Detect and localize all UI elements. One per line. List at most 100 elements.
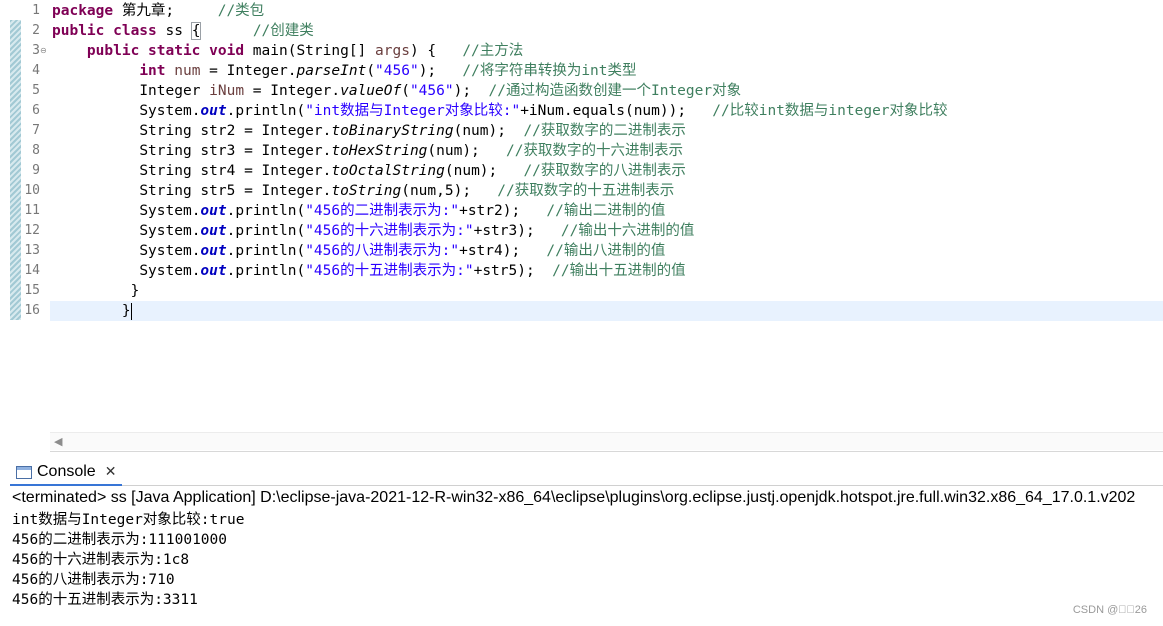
code-line-10: String str5 = Integer.toString(num,5); /…	[52, 181, 674, 201]
code-text: (num);	[444, 163, 524, 179]
keyword: public class	[52, 23, 157, 39]
line-number: 15	[24, 283, 40, 298]
static-method: valueOf	[340, 83, 402, 99]
line-number: 16	[24, 303, 40, 318]
console-tab-label: Console	[37, 463, 96, 480]
code-text: System.	[139, 223, 201, 239]
tab-console[interactable]: Console ✕	[10, 460, 123, 486]
console-output-line: 456的十六进制表示为:1c8	[12, 552, 190, 568]
comment: //比较int数据与integer对象比较	[712, 103, 948, 119]
string-literal: "456"	[409, 83, 454, 99]
string-literal: "int数据与Integer对象比较:"	[305, 103, 521, 119]
change-ruler	[10, 20, 21, 320]
comment: //获取数字的八进制表示	[523, 163, 686, 179]
code-text: String str3 = Integer.	[139, 143, 332, 159]
code-text: );	[418, 63, 463, 79]
static-field: out	[200, 263, 227, 279]
code-text: .println(	[226, 203, 306, 219]
console-output-line: int数据与Integer对象比较:true	[12, 512, 245, 528]
code-text: (num);	[427, 143, 506, 159]
comment: //创建类	[252, 23, 314, 39]
code-line-12: System.out.println("456的十六进制表示为:"+str3);…	[52, 221, 694, 241]
code-line-16: }	[52, 301, 132, 321]
comment: //输出十六进制的值	[560, 223, 695, 239]
code-line-4: int num = Integer.parseInt("456"); //将字符…	[52, 61, 636, 81]
static-method: toString	[331, 183, 402, 199]
comment: //输出八进制的值	[546, 243, 666, 259]
code-text: .println(	[226, 103, 306, 119]
code-text: ) {	[409, 43, 463, 59]
variable: num	[165, 63, 201, 79]
code-text: +str4);	[459, 243, 547, 259]
code-text: = Integer.	[244, 83, 341, 99]
line-number: 4	[32, 63, 40, 78]
code-text: );	[453, 83, 489, 99]
code-line-15: }	[52, 281, 140, 301]
close-icon[interactable]: ✕	[105, 464, 117, 480]
line-number: 14	[24, 263, 40, 278]
comment: //主方法	[462, 43, 524, 59]
code-text: System.	[139, 203, 201, 219]
console-tab-bar: Console ✕	[10, 460, 1163, 486]
string-literal: "456的八进制表示为:"	[305, 243, 460, 259]
watermark: CSDN @  26	[1072, 604, 1147, 616]
keyword: package	[52, 3, 114, 19]
code-text: (	[366, 63, 376, 79]
console-output-line: 456的十五进制表示为:3311	[12, 592, 198, 608]
code-text: .println(	[226, 243, 306, 259]
code-text: String str4 = Integer.	[139, 163, 332, 179]
string-literal: "456的二进制表示为:"	[305, 203, 460, 219]
code-text: (num);	[453, 123, 524, 139]
console-output[interactable]: int数据与Integer对象比较:true 456的二进制表示为:111001…	[12, 510, 244, 610]
scroll-left-icon[interactable]: ◀	[54, 435, 62, 448]
horizontal-scrollbar[interactable]: ◀	[50, 432, 1163, 450]
string-literal: "456"	[375, 63, 419, 79]
line-number: 9	[32, 163, 40, 178]
keyword: public static void	[86, 43, 245, 59]
code-text: +iNum.equals(num));	[520, 103, 713, 119]
line-number: 11	[24, 203, 40, 218]
code-line-9: String str4 = Integer.toOctalString(num)…	[52, 161, 686, 181]
code-text: .println(	[226, 263, 306, 279]
code-text: Integer	[139, 83, 210, 99]
text-caret	[130, 302, 132, 320]
code-line-7: String str2 = Integer.toBinaryString(num…	[52, 121, 686, 141]
code-text: System.	[139, 243, 201, 259]
code-text: +str3);	[473, 223, 561, 239]
comment: //输出二进制的值	[546, 203, 666, 219]
code-text: System.	[139, 103, 201, 119]
code-text: (num,5);	[401, 183, 498, 199]
console-icon	[16, 465, 32, 479]
static-method: toHexString	[331, 143, 428, 159]
string-literal: "456的十五进制表示为:"	[305, 263, 474, 279]
line-number: 3	[32, 43, 40, 58]
code-text: ss	[156, 23, 192, 39]
static-method: parseInt	[296, 63, 367, 79]
static-field: out	[200, 203, 227, 219]
fold-collapse-icon[interactable]: ⊖	[40, 41, 47, 61]
keyword: int	[139, 63, 166, 79]
code-text: = Integer.	[200, 63, 297, 79]
code-editor[interactable]: 1 2 3 ⊖ 4 5 6 7 8 9 10 11 12 13 14 15 16…	[0, 0, 1163, 452]
comment: //输出十五进制的值	[552, 263, 686, 279]
code-text: main(String[]	[244, 43, 376, 59]
comment: //类包	[217, 3, 265, 19]
code-text: +str2);	[459, 203, 547, 219]
console-output-line: 456的八进制表示为:710	[12, 572, 175, 588]
static-field: out	[200, 103, 227, 119]
code-text: String str2 = Integer.	[139, 123, 332, 139]
static-field: out	[200, 223, 227, 239]
code-line-11: System.out.println("456的二进制表示为:"+str2); …	[52, 201, 665, 221]
console-output-line: 456的二进制表示为:111001000	[12, 532, 227, 548]
code-text: System.	[139, 263, 201, 279]
code-line-13: System.out.println("456的八进制表示为:"+str4); …	[52, 241, 665, 261]
string-literal: "456的十六进制表示为:"	[305, 223, 474, 239]
